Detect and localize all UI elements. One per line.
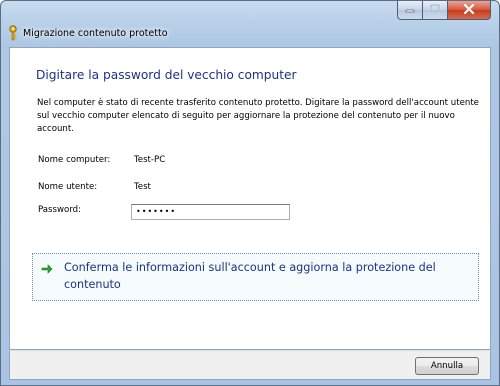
confirm-command-link[interactable]: Conferma le informazioni sull'account e … <box>32 253 479 301</box>
close-button[interactable] <box>448 1 491 20</box>
user-name-label: Nome utente: <box>38 182 98 192</box>
main-instruction: Digitare la password del vecchio compute… <box>36 68 297 82</box>
computer-name-value: Test-PC <box>134 155 166 165</box>
password-field[interactable]: ••••••• <box>131 204 290 220</box>
cancel-button[interactable]: Annulla <box>415 357 479 375</box>
dialog-window: Migrazione contenuto protetto Digitare l… <box>0 0 500 386</box>
user-name-value: Test <box>134 182 151 192</box>
computer-name-label: Nome computer: <box>38 155 111 165</box>
command-link-text: Conferma le informazioni sull'account e … <box>64 261 436 291</box>
maximize-icon <box>430 4 440 16</box>
dialog-footer: Annulla <box>9 350 491 380</box>
minimize-button[interactable] <box>397 1 423 20</box>
minimize-icon <box>405 5 415 16</box>
close-icon <box>463 3 475 17</box>
window-title: Migrazione contenuto protetto <box>23 28 168 39</box>
green-arrow-icon <box>41 263 53 275</box>
caption-buttons <box>397 1 491 20</box>
title-bar[interactable]: Migrazione contenuto protetto <box>1 1 499 43</box>
description-text: Nel computer è stato di recente trasferi… <box>37 98 479 134</box>
key-icon <box>7 25 19 41</box>
content-area: Digitare la password del vecchio compute… <box>9 47 491 350</box>
password-label: Password: <box>38 205 82 215</box>
maximize-button[interactable] <box>423 1 448 20</box>
